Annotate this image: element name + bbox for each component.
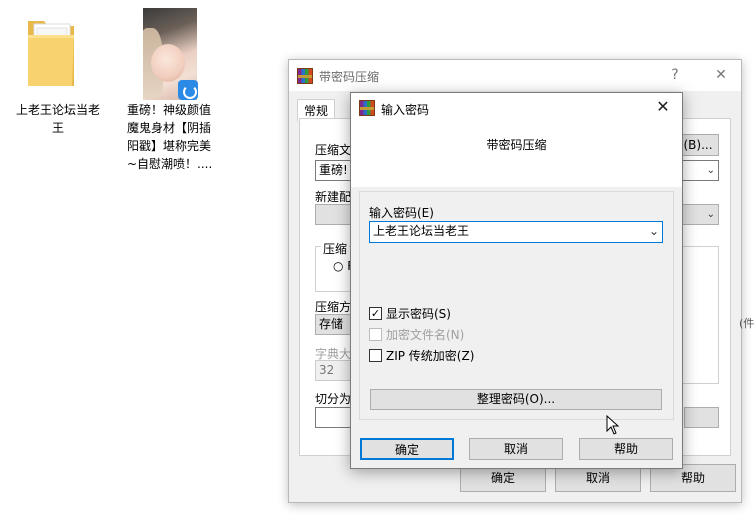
encrypt-names-checkbox[interactable]	[369, 328, 382, 341]
dialog-header: 带密码压缩	[486, 138, 547, 152]
folder-icon[interactable]	[26, 15, 76, 93]
split-side-button[interactable]	[684, 407, 719, 428]
password-dialog: 输入密码 ✕ 带密码压缩 输入密码(E) 上老王论坛当老王 ⌄ ✓ 显示密码(S…	[350, 92, 683, 469]
browse-button[interactable]: (B)...	[677, 134, 719, 156]
winrar-icon	[297, 68, 313, 84]
check-icon: ✓	[370, 307, 381, 320]
dialog-ok-button[interactable]: 确定	[360, 438, 454, 460]
chevron-down-icon: ⌄	[706, 209, 715, 220]
password-value: 上老王论坛当老王	[373, 224, 470, 238]
method-select[interactable]: 存储	[315, 314, 355, 335]
dialog-help-button[interactable]: 帮助	[579, 438, 673, 460]
winrar-icon	[359, 100, 375, 116]
show-password-label: 显示密码(S)	[386, 307, 451, 321]
side-text: (件	[739, 317, 755, 330]
dict-select[interactable]: 32	[315, 360, 355, 381]
split-label: 切分为	[315, 392, 352, 406]
show-password-checkbox[interactable]: ✓	[369, 307, 382, 320]
app-badge-icon	[178, 80, 198, 100]
zip-legacy-checkbox[interactable]	[369, 349, 382, 362]
dialog-cancel-button[interactable]: 取消	[469, 438, 563, 460]
back-window-titlebar[interactable]: 带密码压缩 ? ✕	[289, 60, 741, 91]
file-label[interactable]: 重磅！神级颜值魔鬼身材【阴插阳戳】堪称完美~自慰潮喷！....	[127, 101, 217, 173]
zip-legacy-label: ZIP 传统加密(Z)	[386, 349, 475, 363]
method-label: 压缩方	[315, 300, 352, 314]
chevron-down-icon: ⌄	[706, 165, 715, 176]
password-label: 输入密码(E)	[369, 206, 434, 220]
help-icon[interactable]: ?	[664, 65, 686, 85]
archive-name-value: 重磅!	[319, 163, 348, 177]
close-icon[interactable]: ✕	[652, 97, 674, 116]
encrypt-names-label: 加密文件名(N)	[386, 328, 465, 342]
dialog-title: 输入密码	[381, 103, 430, 117]
password-input[interactable]: 上老王论坛当老王 ⌄	[369, 221, 663, 243]
back-window-title: 带密码压缩	[319, 70, 380, 84]
dialog-titlebar[interactable]: 输入密码 ✕	[351, 93, 682, 124]
mouse-cursor-icon	[606, 415, 620, 435]
update-mode-label: 新建配	[315, 190, 352, 204]
archive-name-label: 压缩文	[315, 143, 352, 157]
split-field[interactable]	[315, 407, 355, 428]
chevron-down-icon[interactable]: ⌄	[649, 222, 659, 241]
options-group-label: 压缩	[321, 240, 350, 257]
dialog-header-panel: 带密码压缩	[351, 124, 682, 187]
close-icon[interactable]: ✕	[710, 65, 732, 85]
folder-label[interactable]: 上老王论坛当老王	[12, 101, 104, 137]
organize-passwords-button[interactable]: 整理密码(O)...	[370, 389, 662, 410]
